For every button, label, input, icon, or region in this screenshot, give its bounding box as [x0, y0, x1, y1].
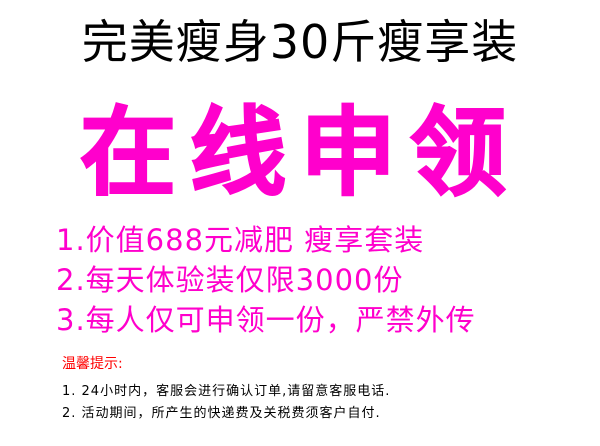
tip-item: 1. 24小时内，客服会进行确认订单,请留意客服电话.: [62, 384, 391, 399]
apply-online-title: 在线申领: [79, 97, 520, 209]
promo-page: 完美瘦身30斤瘦享装 在线申领 1.价值688元减肥 瘦享套装 2.每天体验装仅…: [0, 0, 600, 446]
benefit-item: 3.每人仅可申领一份，严禁外传: [56, 303, 476, 337]
tips-title: 温馨提示:: [62, 356, 123, 372]
benefit-item: 2.每天体验装仅限3000份: [56, 263, 404, 297]
benefit-item: 1.价值688元减肥 瘦享套装: [56, 223, 425, 257]
headline: 完美瘦身30斤瘦享装: [81, 15, 519, 69]
tips-list: 1. 24小时内，客服会进行确认订单,请留意客服电话. 2. 活动期间，所产生的…: [62, 381, 390, 425]
benefits-list: 1.价值688元减肥 瘦享套装 2.每天体验装仅限3000份 3.每人仅可申领一…: [56, 220, 476, 340]
tip-item: 2. 活动期间，所产生的快递费及关税费须客户自付.: [62, 406, 381, 421]
